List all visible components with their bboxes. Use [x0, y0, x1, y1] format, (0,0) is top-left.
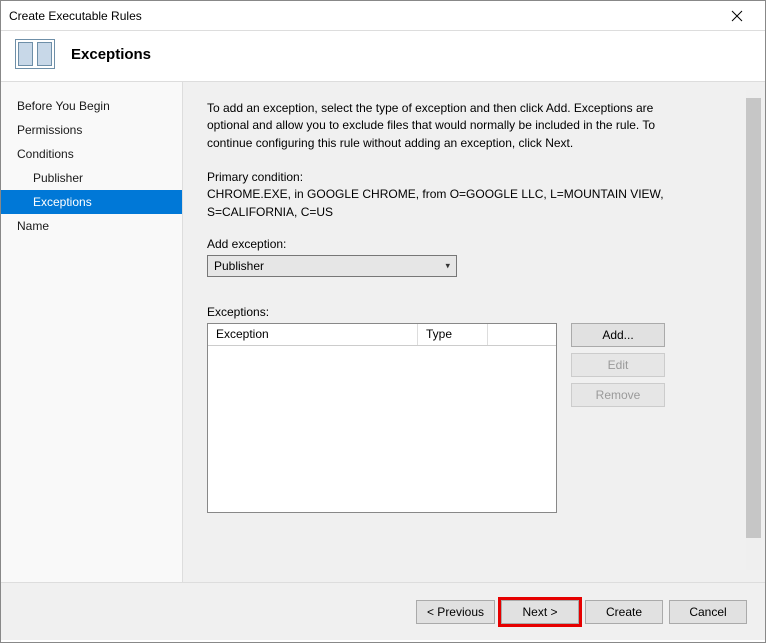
exception-type-combo[interactable]: Publisher ▾	[207, 255, 457, 277]
description-text: To add an exception, select the type of …	[207, 100, 697, 152]
sidebar-item-before-you-begin[interactable]: Before You Begin	[1, 94, 182, 118]
table-col-spacer	[488, 324, 556, 345]
table-col-exception[interactable]: Exception	[208, 324, 418, 345]
wizard-header: Exceptions	[1, 31, 765, 81]
exception-type-value: Publisher	[214, 259, 264, 273]
sidebar-item-exceptions[interactable]: Exceptions	[1, 190, 182, 214]
sidebar: Before You Begin Permissions Conditions …	[1, 82, 183, 582]
add-button[interactable]: Add...	[571, 323, 665, 347]
table-col-type[interactable]: Type	[418, 324, 488, 345]
cancel-button[interactable]: Cancel	[669, 600, 747, 624]
exception-action-buttons: Add... Edit Remove	[571, 323, 665, 407]
edit-button: Edit	[571, 353, 665, 377]
table-header: Exception Type	[208, 324, 556, 346]
content-pane: To add an exception, select the type of …	[183, 82, 765, 582]
sidebar-item-conditions[interactable]: Conditions	[1, 142, 182, 166]
primary-condition-label: Primary condition:	[207, 170, 741, 184]
close-button[interactable]	[717, 2, 757, 30]
window-title: Create Executable Rules	[9, 9, 717, 23]
close-icon	[731, 10, 743, 22]
chevron-down-icon: ▾	[445, 260, 450, 271]
page-title: Exceptions	[71, 46, 151, 63]
sidebar-item-name[interactable]: Name	[1, 214, 182, 238]
primary-condition-value: CHROME.EXE, in GOOGLE CHROME, from O=GOO…	[207, 186, 697, 221]
wizard-footer: < Previous Next > Create Cancel	[1, 582, 765, 640]
next-button[interactable]: Next >	[501, 600, 579, 624]
add-exception-label: Add exception:	[207, 237, 741, 251]
remove-button: Remove	[571, 383, 665, 407]
sidebar-item-publisher[interactable]: Publisher	[1, 166, 182, 190]
exceptions-table[interactable]: Exception Type	[207, 323, 557, 513]
wizard-page-icon	[15, 39, 55, 69]
content-scrollbar[interactable]	[746, 90, 761, 570]
previous-button[interactable]: < Previous	[416, 600, 495, 624]
wizard-body: Before You Begin Permissions Conditions …	[1, 82, 765, 582]
sidebar-item-permissions[interactable]: Permissions	[1, 118, 182, 142]
exceptions-list-label: Exceptions:	[207, 305, 741, 319]
create-button[interactable]: Create	[585, 600, 663, 624]
scrollbar-thumb[interactable]	[746, 98, 761, 538]
titlebar: Create Executable Rules	[1, 1, 765, 31]
